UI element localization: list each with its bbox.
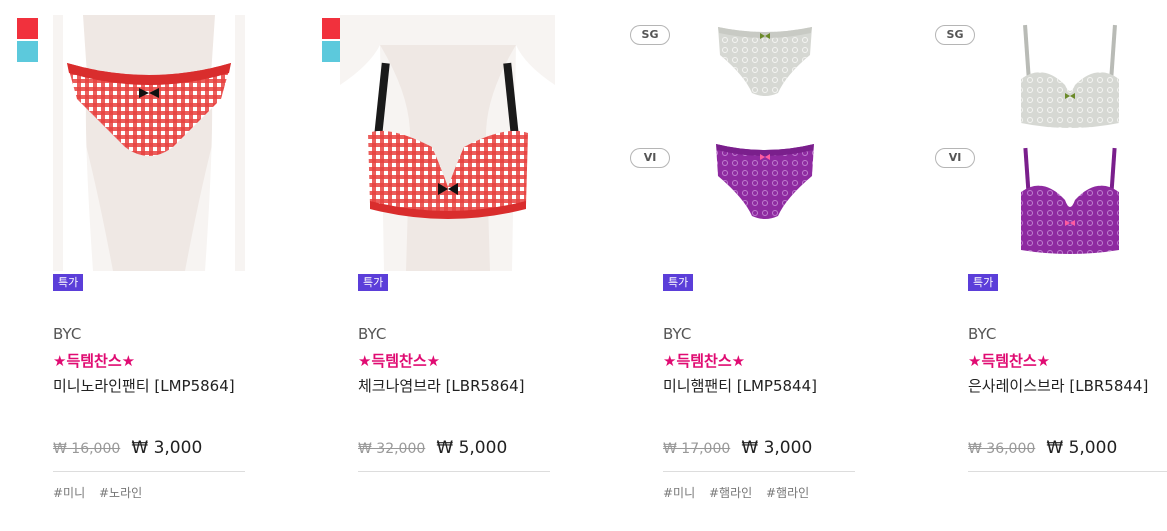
product-name[interactable]: 미니햄팬티 [LMP5844] [663,375,817,396]
original-price: ₩ 32,000 [358,441,426,457]
purple-lace-panty-image [716,144,814,219]
red-gingham-panty-image [53,15,245,271]
divider [663,471,855,472]
sale-badge: 특가 [358,274,389,291]
tag-link[interactable]: #햄라인 [766,486,809,500]
brand-name: BYC [663,325,692,343]
sale-price: ₩ 3,000 [131,438,203,458]
brand-name: BYC [358,325,387,343]
color-swatches [17,18,38,64]
tag-link[interactable]: #미니 [53,486,85,500]
divider [358,471,550,472]
promo-text: ★득템찬스★ [968,352,1051,370]
promo-text: ★득템찬스★ [663,352,746,370]
color-variant-sg[interactable]: SG [935,15,1167,135]
grey-lace-bra-image [1021,24,1119,128]
variant-badge: VI [935,148,975,168]
price-block: ₩ 17,000 ₩ 3,000 [663,438,812,458]
purple-lace-bra-image [1021,147,1119,254]
product-card[interactable]: 특가 BYC ★득템찬스★ 체크나염브라 [LBR5864] ₩ 32,000 … [305,0,610,531]
sale-badge: 특가 [663,274,694,291]
color-variant-vi[interactable]: VI [630,138,895,258]
brand-name: BYC [53,325,82,343]
price-block: ₩ 32,000 ₩ 5,000 [358,438,507,458]
product-image[interactable] [53,15,245,271]
product-name[interactable]: 체크나염브라 [LBR5864] [358,375,525,396]
promo-text: ★득템찬스★ [358,352,441,370]
sale-price: ₩ 5,000 [436,438,508,458]
price-block: ₩ 36,000 ₩ 5,000 [968,438,1117,458]
product-card[interactable]: 특가 BYC ★득템찬스★ 미니노라인팬티 [LMP5864] ₩ 16,000… [0,0,305,531]
tag-link[interactable]: #노라인 [99,486,142,500]
original-price: ₩ 17,000 [663,441,731,457]
sale-badge: 특가 [968,274,999,291]
original-price: ₩ 16,000 [53,441,121,457]
color-variant-sg[interactable]: SG [630,15,895,135]
divider [53,471,245,472]
product-name[interactable]: 미니노라인팬티 [LMP5864] [53,375,235,396]
grey-lace-panty-image [718,27,812,96]
product-card[interactable]: SG VI 특가 BYC ★득템찬스★ 은사레이스브라 [LBR5844] ₩ … [915,0,1167,531]
sale-price: ₩ 5,000 [1046,438,1118,458]
color-swatch-red[interactable] [17,18,38,39]
variant-badge: SG [630,25,670,45]
tag-list: #미니 #노라인 [53,484,152,501]
red-gingham-bra-image [340,15,555,271]
product-card[interactable]: SG VI 특가 BYC ★득템찬스★ 미니햄팬티 [LMP5844] ₩ 17… [610,0,915,531]
variant-badge: SG [935,25,975,45]
tag-link[interactable]: #햄라인 [709,486,752,500]
color-variant-vi[interactable]: VI [935,138,1167,258]
color-swatch-cyan[interactable] [17,41,38,62]
tag-list: #미니 #햄라인 #햄라인 [663,484,819,501]
promo-text: ★득템찬스★ [53,352,136,370]
sale-badge: 특가 [53,274,84,291]
brand-name: BYC [968,325,997,343]
divider [968,471,1167,472]
variant-badge: VI [630,148,670,168]
sale-price: ₩ 3,000 [741,438,813,458]
tag-link[interactable]: #미니 [663,486,695,500]
product-image[interactable] [340,15,555,271]
original-price: ₩ 36,000 [968,441,1036,457]
product-name[interactable]: 은사레이스브라 [LBR5844] [968,375,1148,396]
price-block: ₩ 16,000 ₩ 3,000 [53,438,202,458]
